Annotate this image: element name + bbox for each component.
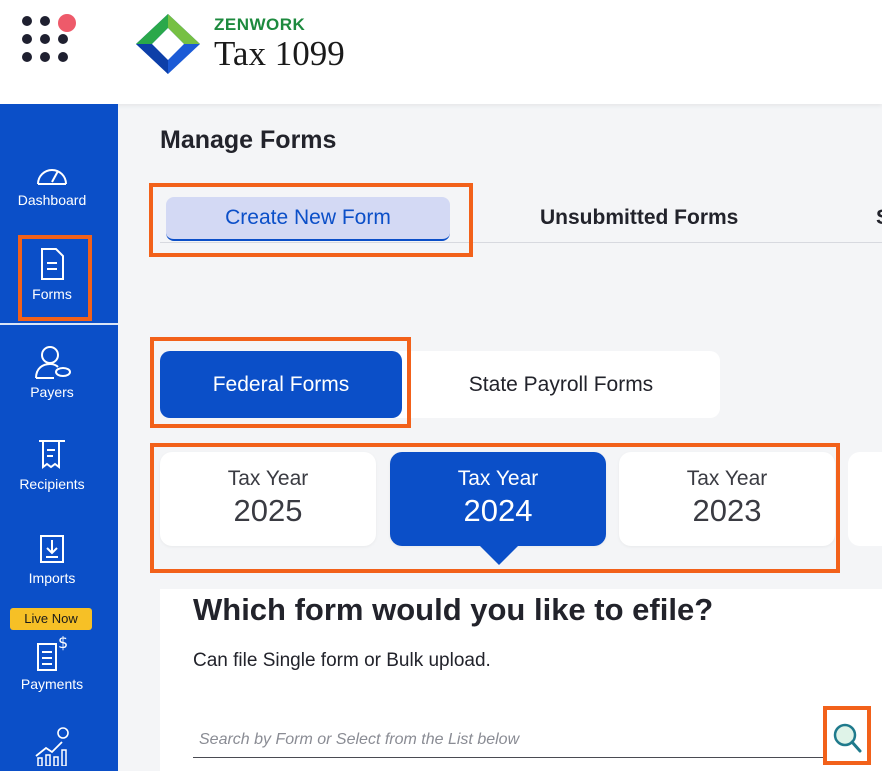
sidebar-item-payments[interactable]: $ Payments [0,634,104,692]
sidebar-item-imports[interactable]: Imports [0,530,104,586]
live-now-badge: Live Now [10,608,92,630]
sidebar-item-label: Recipients [19,476,85,492]
payer-icon [35,346,71,379]
gauge-icon [37,169,67,185]
brand-product: Tax 1099 [214,34,345,73]
top-header: ZENWORK Tax 1099 [0,0,882,104]
invoice-dollar-icon: $ [37,634,68,671]
tax-year-value: 2025 [233,493,303,528]
sidebar-item-label: Payers [30,384,74,400]
growth-chart-icon [35,727,69,766]
tabs-divider [160,242,882,243]
tax-year-value: 2023 [692,493,762,528]
tax-year-value: 2024 [463,493,533,528]
page-title: Manage Forms [160,126,337,154]
tab-create-new-form[interactable]: Create New Form [166,197,450,241]
state-payroll-forms-button[interactable]: State Payroll Forms [402,351,720,418]
tab-submitted-forms[interactable]: S [876,206,882,230]
brand-name: ZENWORK Tax 1099 [214,16,345,74]
sidebar-item-recipients[interactable]: Recipients [0,438,104,492]
sidebar-item-reports[interactable] [0,726,104,766]
brand-company: ZENWORK [214,15,306,34]
efile-question: Which form would you like to efile? [193,592,714,627]
tax-year-card-2023[interactable]: Tax Year 2023 [619,452,835,546]
tax-year-label: Tax Year [457,467,539,490]
tax-year-card-2025[interactable]: Tax Year 2025 [160,452,376,546]
zenwork-logo-icon [136,14,200,74]
download-icon [40,535,64,563]
sidebar-item-dashboard[interactable]: Dashboard [0,160,104,208]
sidebar-divider [0,323,118,325]
app-launcher-icon[interactable] [22,14,78,70]
sidebar-item-forms[interactable]: Forms [0,246,104,302]
form-search-input[interactable] [193,722,823,758]
federal-forms-button[interactable]: Federal Forms [160,351,402,418]
tax-year-label: Tax Year [227,467,309,490]
svg-text:$: $ [58,634,68,652]
sidebar-item-label: Forms [32,286,72,302]
receipt-icon [39,440,65,469]
notification-dot [58,14,76,32]
sidebar: Dashboard Forms Payers Recipients Import… [0,104,118,771]
tax-year-card-more[interactable] [848,452,882,546]
sidebar-item-label: Payments [20,676,84,692]
sidebar-item-payers[interactable]: Payers [0,344,104,400]
tax-year-label: Tax Year [686,467,768,490]
efile-subtitle: Can file Single form or Bulk upload. [193,650,491,671]
document-icon [41,248,64,280]
tax-year-card-2024[interactable]: Tax Year 2024 [390,452,606,546]
tab-unsubmitted-forms[interactable]: Unsubmitted Forms [540,206,738,230]
sidebar-item-label: Dashboard [17,192,87,208]
search-icon[interactable] [830,718,864,756]
selected-year-pointer-icon [480,546,518,565]
sidebar-item-label: Imports [28,570,76,586]
